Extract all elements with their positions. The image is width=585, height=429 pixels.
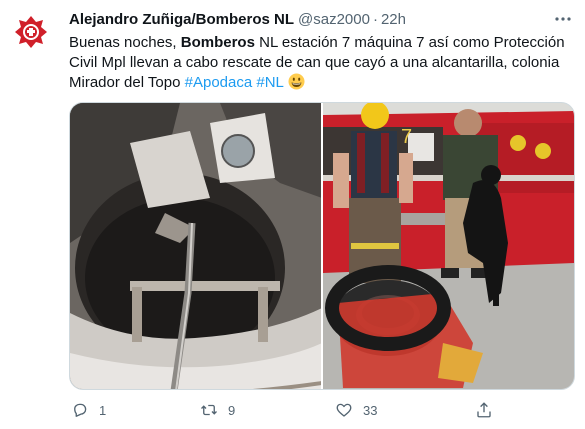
media-grid: 7: [69, 102, 575, 390]
tweet-text: Buenas noches, Bomberos NL estación 7 má…: [69, 33, 574, 93]
retweet-icon: [201, 404, 217, 416]
tweet[interactable]: Alejandro Zuñiga/Bomberos NL @saz2000 · 22h…: [0, 0, 585, 429]
sewer-opening-photo[interactable]: [70, 103, 321, 389]
retweet-button[interactable]: 9: [200, 398, 235, 422]
tweet-text-part: Buenas noches,: [69, 34, 181, 51]
firefighter-emblem-icon: [12, 13, 50, 51]
author-name[interactable]: Alejandro Zuñiga/Bomberos NL: [69, 11, 294, 28]
action-bar: 1 9 33: [69, 398, 509, 422]
hashtag-nl[interactable]: #NL: [256, 74, 283, 91]
share-button[interactable]: [475, 398, 493, 422]
heart-icon: [336, 403, 352, 417]
reply-count: 1: [99, 402, 107, 418]
like-button[interactable]: 33: [335, 398, 377, 422]
like-count: 33: [363, 402, 378, 418]
grinning-face-emoji-icon: [288, 73, 305, 90]
firefighters-with-dog-photo[interactable]: 7: [323, 103, 574, 389]
timestamp[interactable]: 22h: [381, 11, 406, 28]
hashtag-apodaca[interactable]: #Apodaca: [185, 74, 253, 91]
reply-button[interactable]: 1: [71, 398, 106, 422]
author-handle[interactable]: @saz2000: [298, 11, 370, 28]
retweet-count: 9: [228, 402, 236, 418]
share-icon: [477, 402, 491, 418]
reply-icon: [74, 403, 87, 417]
avatar[interactable]: [12, 13, 50, 51]
more-options-icon[interactable]: [553, 9, 573, 29]
tweet-text-bold: Bomberos: [180, 34, 255, 51]
separator-dot: ·: [372, 11, 378, 28]
truck-number: 7: [401, 126, 412, 148]
tweet-header: Alejandro Zuñiga/Bomberos NL @saz2000 · 22h: [69, 9, 573, 31]
